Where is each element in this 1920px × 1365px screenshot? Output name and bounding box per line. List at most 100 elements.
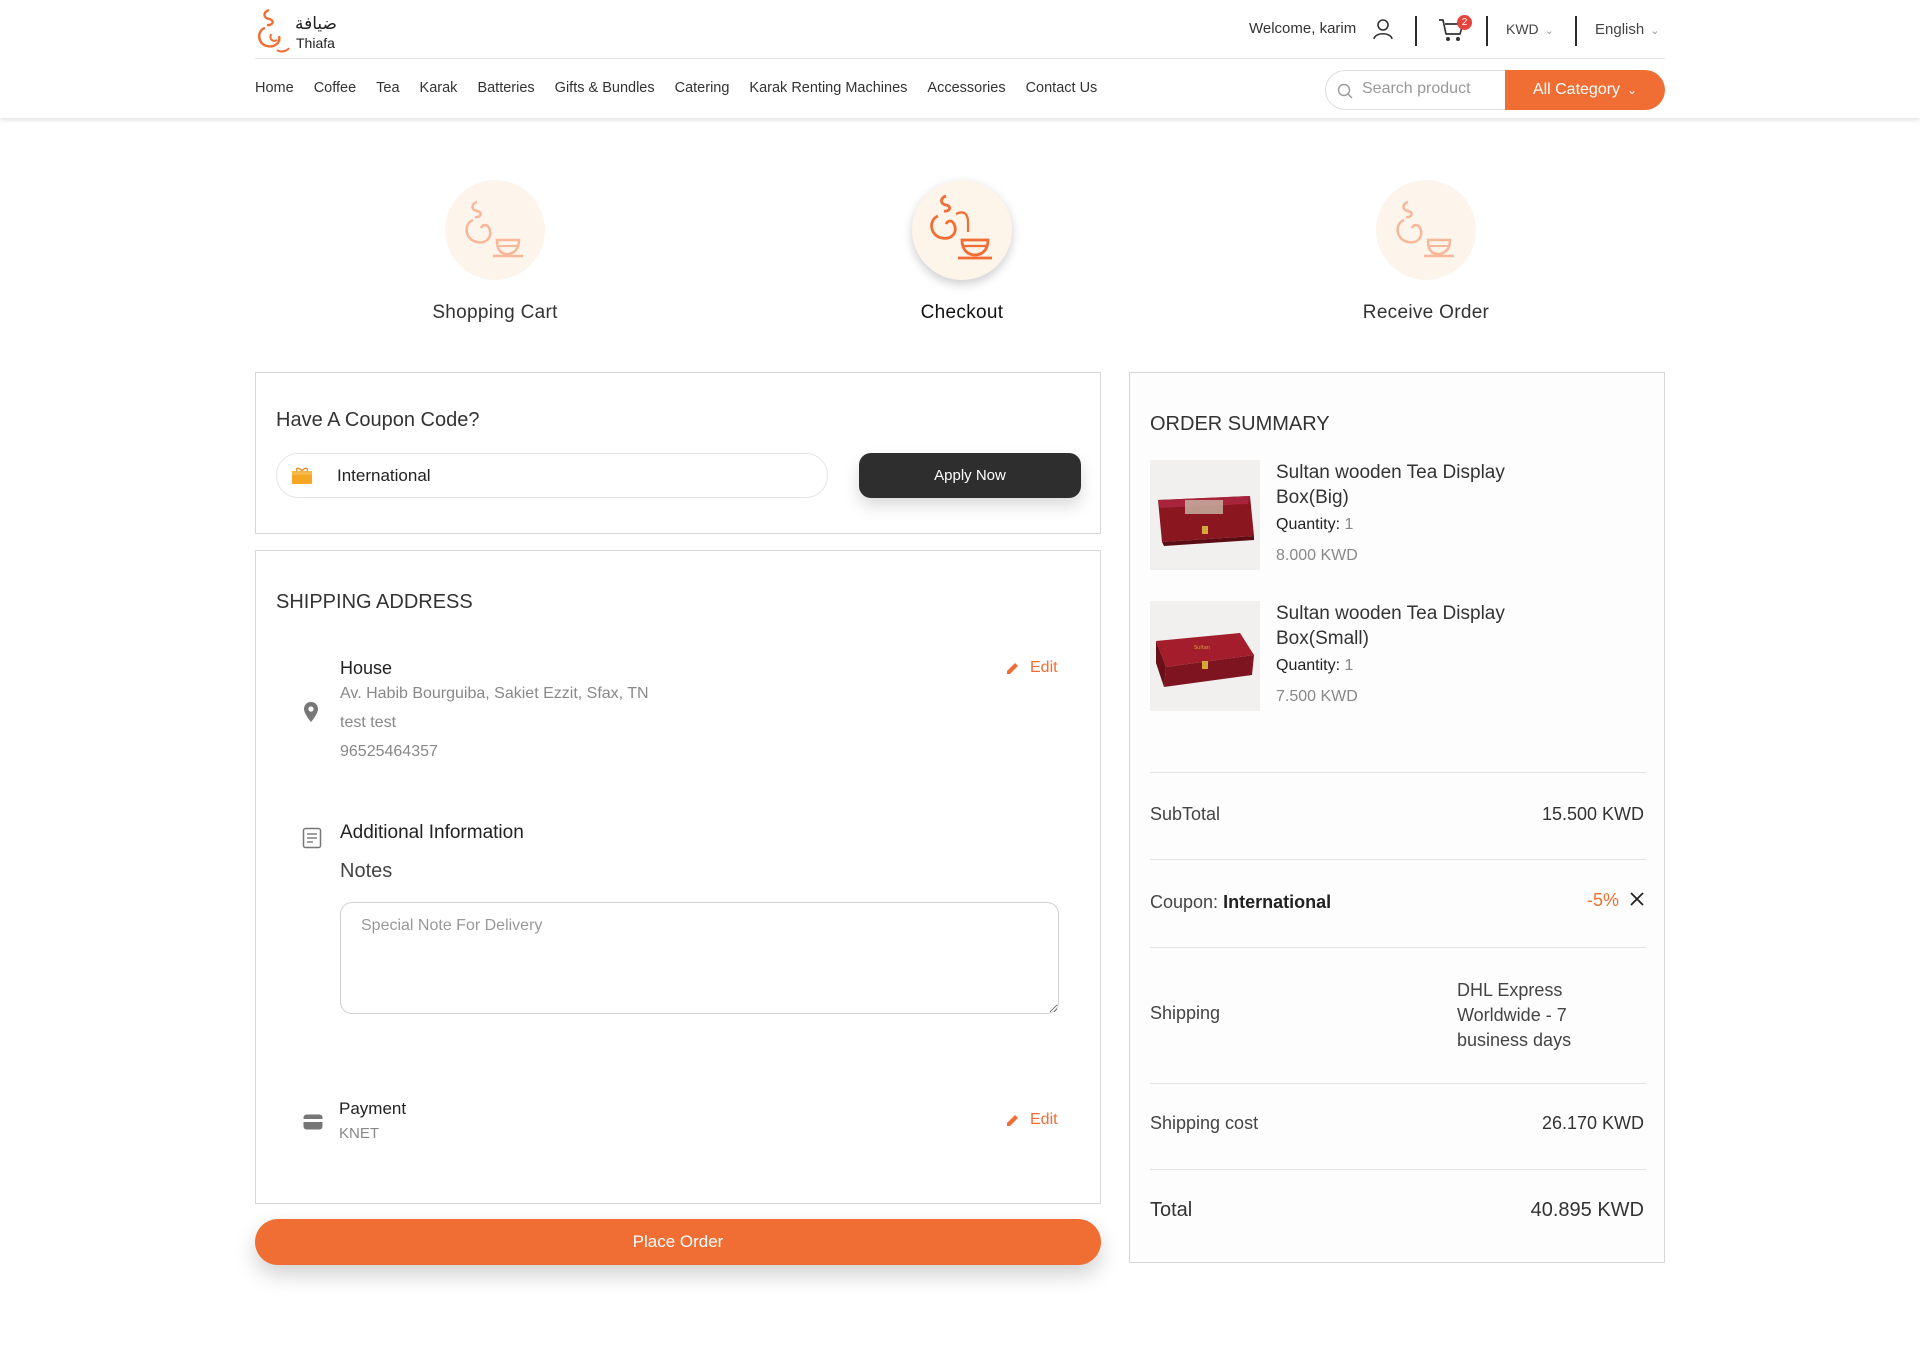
quantity-value: 1 [1344, 657, 1354, 674]
address-recipient: test test [340, 714, 397, 731]
pencil-icon [1007, 1114, 1018, 1126]
edit-payment-link[interactable]: Edit [1005, 1111, 1058, 1129]
edit-address-link[interactable]: Edit [1005, 659, 1058, 677]
main-nav: Home Coffee Tea Karak Batteries Gifts & … [255, 80, 1117, 100]
nav-item-tea[interactable]: Tea [376, 80, 399, 100]
product-image[interactable]: Sultan [1150, 601, 1260, 711]
cart-count-badge: 2 [1457, 15, 1472, 30]
nav-item-contact[interactable]: Contact Us [1026, 80, 1098, 100]
teapot-icon [465, 200, 523, 258]
all-category-button[interactable]: All Category ⌄ [1505, 70, 1665, 110]
tea-box-small-image: Sultan [1150, 601, 1260, 711]
nav-item-gifts-bundles[interactable]: Gifts & Bundles [555, 80, 655, 100]
logo-text-english: Thiafa [296, 35, 335, 51]
summary-divider [1150, 1169, 1646, 1170]
search-box [1325, 70, 1505, 110]
product-image[interactable] [1150, 460, 1260, 570]
step-receive-order[interactable]: Receive Order [1276, 180, 1576, 324]
coupon-card: Have A Coupon Code? International Apply … [255, 372, 1101, 534]
summary-divider [1150, 772, 1646, 773]
shipping-cost-value: 26.170 KWD [1541, 1113, 1644, 1133]
nav-item-home[interactable]: Home [255, 80, 294, 100]
header-top-row: ضيافة Thiafa Welcome, karim 2 KWD ⌄ Engli… [255, 0, 1665, 59]
location-pin-icon [304, 702, 318, 722]
product-name: Sultan wooden Tea Display Box(Small) [1276, 603, 1505, 649]
total-label: Total [1150, 1199, 1193, 1221]
notes-label: Notes [340, 860, 393, 882]
edit-label: Edit [1030, 1111, 1058, 1128]
header-divider [1486, 16, 1488, 46]
nav-item-coffee[interactable]: Coffee [314, 80, 356, 100]
product-price: 8.000 KWD [1276, 547, 1358, 564]
nav-item-karak[interactable]: Karak [420, 80, 458, 100]
shipping-method-value: DHL Express Worldwide - 7 business days [1457, 980, 1572, 1050]
payment-method-value: KNET [339, 1125, 380, 1142]
language-selector[interactable]: English ⌄ [1595, 21, 1659, 38]
shipping-label: Shipping [1150, 1003, 1221, 1023]
brand-logo[interactable]: ضيافة Thiafa [255, 6, 345, 54]
shipping-title: SHIPPING ADDRESS [276, 591, 473, 613]
header-divider [1575, 16, 1577, 46]
gift-icon [292, 467, 312, 484]
all-category-label: All Category [1532, 81, 1621, 98]
subtotal-value: 15.500 KWD [1541, 804, 1644, 824]
subtotal-label: SubTotal [1150, 804, 1221, 824]
summary-divider [1150, 947, 1646, 948]
coupon-input[interactable]: International [276, 453, 828, 498]
step-circle [1376, 180, 1476, 280]
pencil-icon [1007, 662, 1018, 674]
step-shopping-cart[interactable]: Shopping Cart [345, 180, 645, 324]
apply-coupon-button[interactable]: Apply Now [859, 453, 1081, 498]
summary-divider [1150, 859, 1646, 860]
search-icon [1337, 83, 1353, 99]
notes-icon [302, 827, 322, 849]
header-divider [1415, 16, 1417, 46]
product-quantity: Quantity: 1 [1276, 657, 1353, 675]
product-price: 7.500 KWD [1276, 688, 1358, 705]
step-label: Receive Order [1362, 302, 1490, 323]
chevron-down-icon: ⌄ [1650, 25, 1660, 37]
payment-title: Payment [339, 1099, 407, 1118]
logo-text-arabic: ضيافة [295, 14, 337, 34]
address-line: Av. Habib Bourguiba, Sakiet Ezzit, Sfax,… [340, 685, 649, 702]
nav-item-karak-renting[interactable]: Karak Renting Machines [749, 80, 907, 100]
edit-label: Edit [1030, 659, 1058, 676]
additional-info-title: Additional Information [340, 822, 524, 843]
coupon-applied-code: International [1223, 892, 1332, 912]
shipping-cost-label: Shipping cost [1150, 1113, 1259, 1133]
step-checkout[interactable]: Checkout [812, 180, 1112, 324]
nav-item-accessories[interactable]: Accessories [927, 80, 1005, 100]
product-quantity: Quantity: 1 [1276, 516, 1353, 534]
teapot-pouring-icon [930, 194, 992, 260]
nav-item-batteries[interactable]: Batteries [477, 80, 534, 100]
site-header: ضيافة Thiafa Welcome, karim 2 KWD ⌄ Engli… [0, 0, 1920, 118]
summary-item: Sultan Sultan wooden Tea Display Box(Sma… [1150, 601, 1646, 711]
order-summary-title: ORDER SUMMARY [1150, 413, 1330, 435]
coupon-discount-value: -5% [1586, 890, 1619, 910]
teapot-icon [1396, 200, 1454, 258]
language-label: English [1595, 21, 1645, 38]
step-circle [912, 180, 1012, 280]
shipping-address-card: SHIPPING ADDRESS House Av. Habib Bourgui… [255, 550, 1101, 1204]
tea-box-big-image [1150, 460, 1260, 570]
address-phone: 96525464357 [340, 743, 438, 760]
currency-selector[interactable]: KWD ⌄ [1506, 21, 1554, 37]
search-input[interactable] [1362, 80, 1502, 98]
summary-divider [1150, 1083, 1646, 1084]
user-icon[interactable] [1372, 18, 1394, 40]
coupon-code-value: International [337, 466, 431, 485]
remove-coupon-icon[interactable] [1630, 890, 1644, 911]
quantity-label: Quantity: [1276, 657, 1341, 674]
currency-label: KWD [1506, 21, 1539, 37]
order-summary-card: ORDER SUMMARY Sultan wooden Tea Display … [1129, 372, 1665, 1263]
address-name: House [340, 658, 393, 678]
coupon-discount-row: -5% [1587, 890, 1644, 911]
step-label: Shopping Cart [432, 302, 558, 323]
place-order-button[interactable]: Place Order [255, 1219, 1101, 1265]
chevron-down-icon: ⌄ [1544, 25, 1554, 37]
coupon-title: Have A Coupon Code? [276, 409, 480, 431]
nav-item-catering[interactable]: Catering [675, 80, 730, 100]
logo-icon [258, 8, 290, 53]
product-name: Sultan wooden Tea Display Box(Big) [1276, 462, 1505, 508]
delivery-notes-textarea[interactable] [340, 902, 1059, 1014]
